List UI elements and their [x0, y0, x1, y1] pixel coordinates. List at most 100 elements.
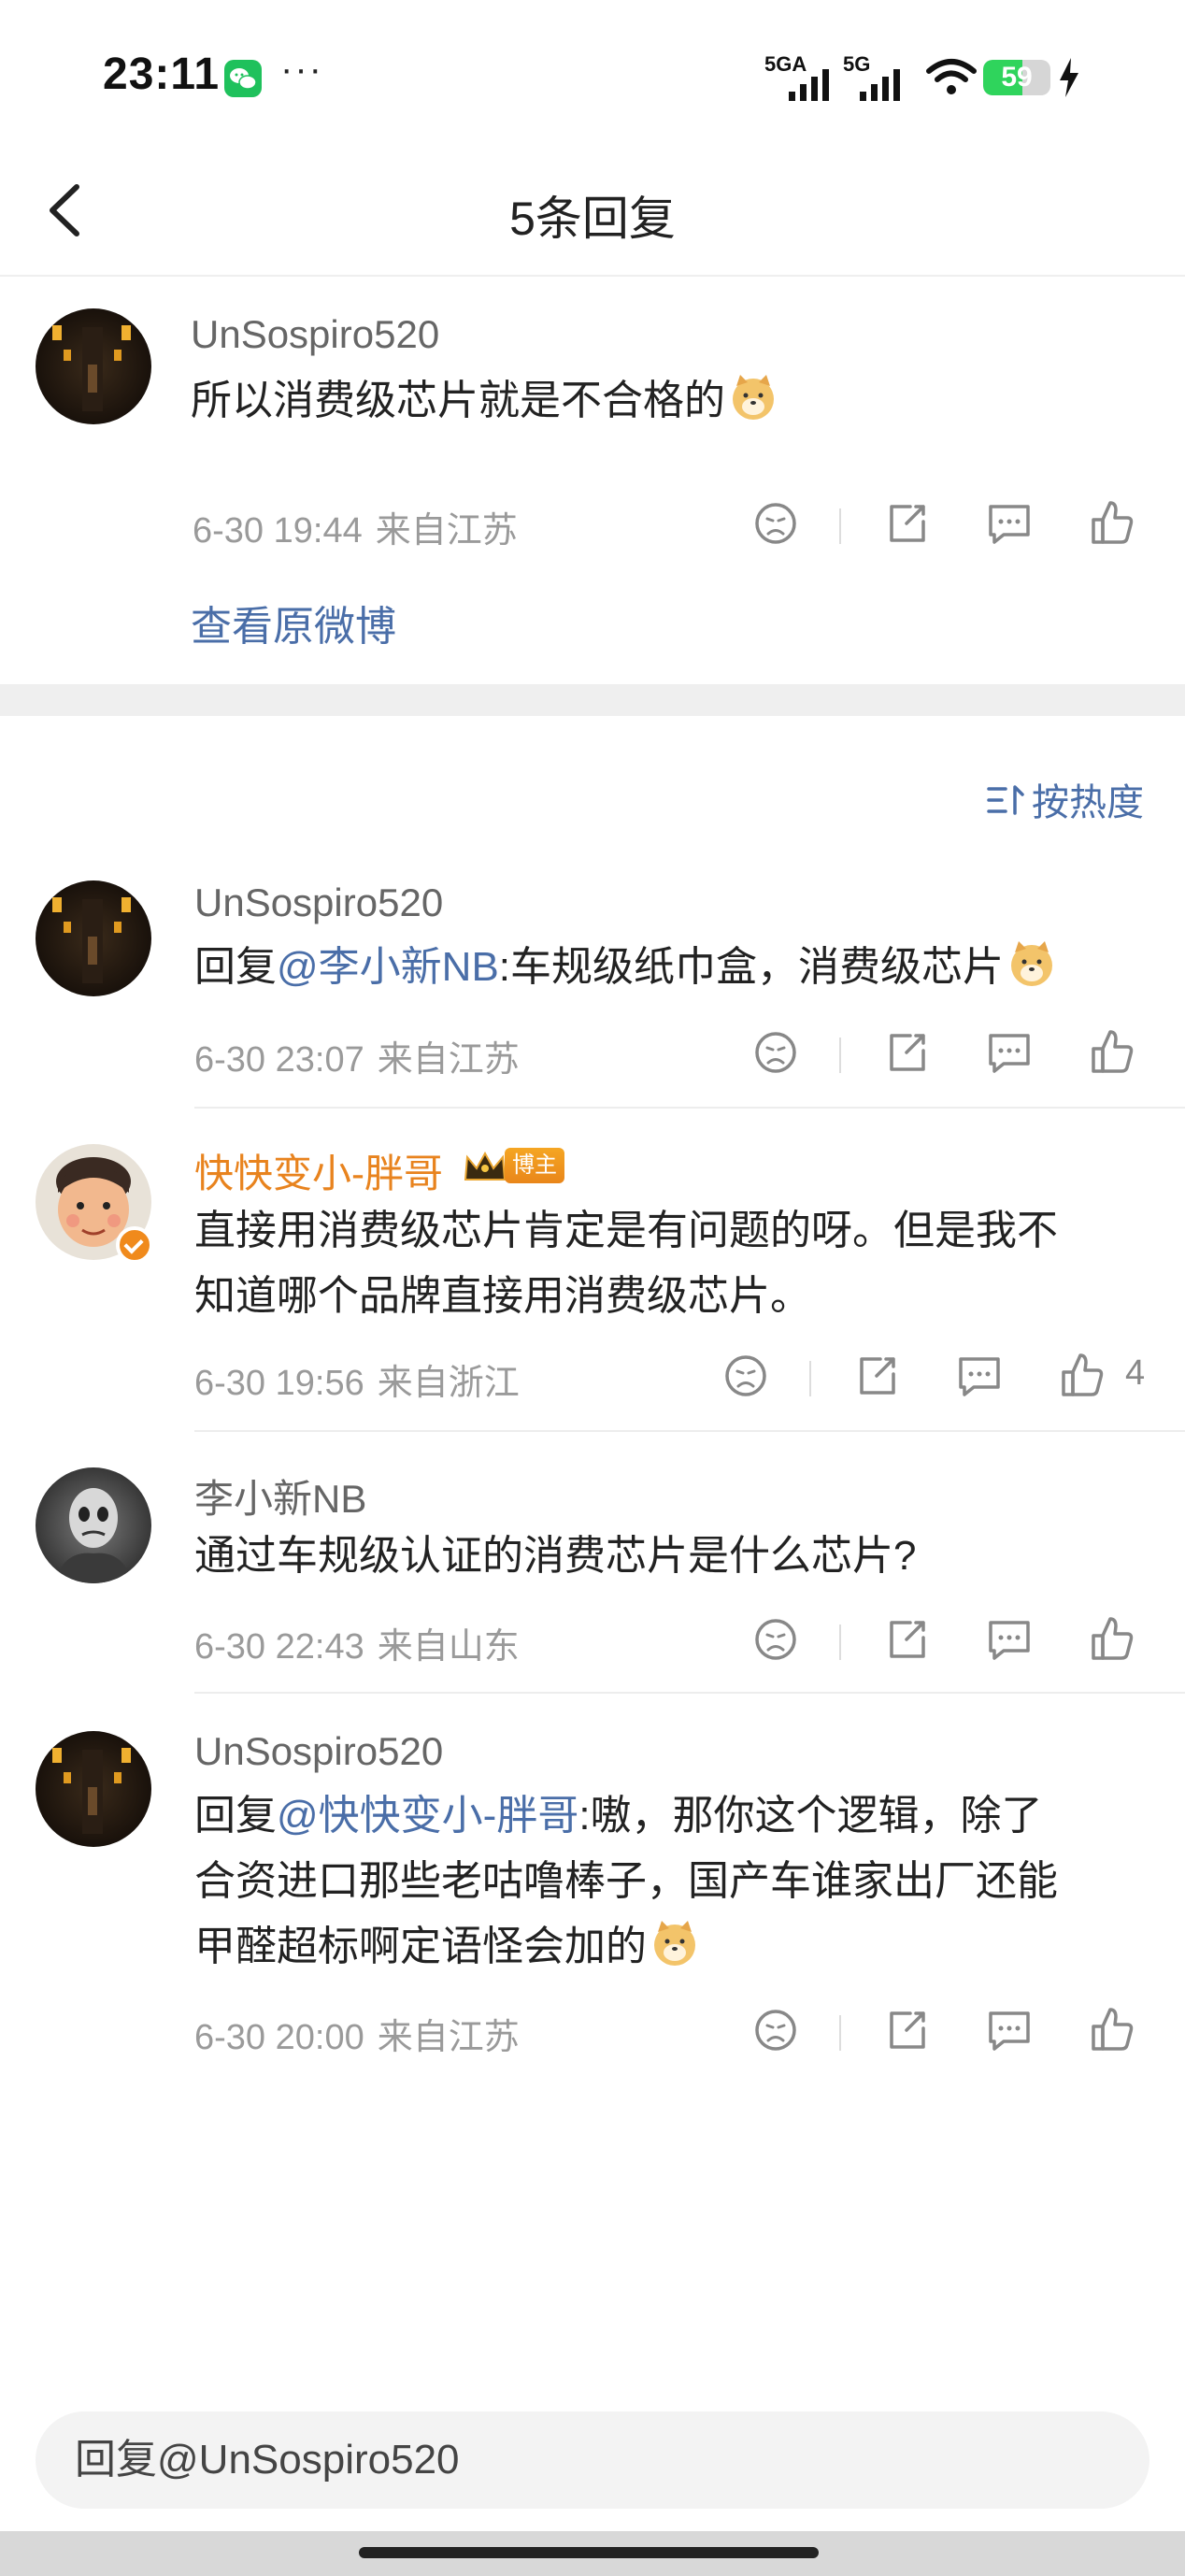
reply-meta: 6-30 19:56 来自浙江 — [194, 1353, 520, 1405]
comment-location: 来自江苏 — [375, 511, 518, 551]
reply-body-3: 甲醛超标啊定语怪会加的 — [194, 1924, 647, 1969]
signal-icon — [789, 69, 829, 101]
username[interactable]: 快快变小-胖哥 — [194, 1142, 443, 1199]
comment-icon[interactable] — [981, 2002, 1037, 2058]
reply-time: 6-30 20:00 — [194, 2018, 364, 2057]
username[interactable]: 李小新NB — [194, 1467, 366, 1524]
row-separator — [194, 1692, 1185, 1694]
reply-prefix: 回复 — [194, 1793, 277, 1839]
dislike-icon[interactable] — [748, 495, 804, 551]
wechat-icon — [224, 60, 262, 97]
sort-label: 按热度 — [1032, 782, 1144, 823]
section-divider — [0, 684, 1185, 716]
comment-text: 所以消费级芯片就是不合格的 — [191, 368, 778, 434]
username[interactable]: UnSospiro520 — [194, 1729, 443, 1774]
reply-location: 来自江苏 — [377, 1040, 520, 1080]
avatar[interactable] — [36, 308, 151, 424]
action-row: 4 — [718, 1348, 1148, 1404]
doge-emoji — [733, 375, 774, 420]
reply-text: 回复@李小新NB:车规级纸巾盒，消费级芯片 — [194, 935, 1056, 1000]
reply-input[interactable] — [36, 2411, 1149, 2509]
like-icon[interactable] — [1084, 495, 1140, 551]
row-separator — [194, 1107, 1185, 1109]
doge-emoji — [1011, 941, 1053, 986]
status-bar: 23:11 ··· 5GA 5G 59 — [0, 0, 1185, 150]
wifi-icon — [926, 59, 977, 94]
like-count: 4 — [1125, 1353, 1146, 1393]
comment-icon[interactable] — [981, 1611, 1037, 1667]
reply-text: 直接用消费级芯片肯定是有问题的呀。但是我不 知道哪个品牌直接用消费级芯片。 — [194, 1198, 1058, 1329]
reply-body-1: :嗷，那你这个逻辑，除了 — [578, 1793, 1043, 1839]
dislike-icon[interactable] — [748, 1611, 804, 1667]
username[interactable]: UnSospiro520 — [191, 312, 439, 357]
like-icon[interactable] — [1084, 1024, 1140, 1080]
dislike-icon[interactable] — [748, 2002, 804, 2058]
sort-icon — [987, 785, 1024, 815]
reply-text: 通过车规级认证的消费芯片是什么芯片? — [194, 1533, 917, 1579]
avatar[interactable] — [36, 880, 151, 996]
row-separator — [194, 1430, 1185, 1432]
signal-icon — [860, 69, 900, 101]
action-divider — [839, 2015, 841, 2051]
nav-header: 5条回复 — [0, 150, 1185, 277]
repost-icon[interactable] — [878, 1611, 935, 1667]
status-time: 23:11 — [103, 50, 221, 99]
dislike-icon[interactable] — [748, 1024, 804, 1080]
reply-meta: 6-30 23:07 来自江苏 — [194, 1030, 520, 1081]
reply-line-2: 合资进口那些老咕噜棒子，国产车谁家出厂还能 — [194, 1858, 1058, 1904]
avatar[interactable] — [36, 1467, 151, 1583]
battery-level: 59 — [1001, 62, 1033, 93]
reply-line-1: 直接用消费级芯片肯定是有问题的呀。但是我不 — [194, 1208, 1058, 1253]
action-row — [748, 495, 1140, 551]
reply-location: 来自山东 — [377, 1627, 520, 1667]
action-divider — [809, 1361, 811, 1396]
battery-icon: 59 — [983, 60, 1050, 95]
repost-icon[interactable] — [849, 1348, 905, 1404]
action-row — [748, 1024, 1140, 1080]
charging-icon — [1060, 58, 1078, 97]
page-title: 5条回复 — [509, 193, 676, 245]
reply-line-1: 回复@快快变小-胖哥:嗷，那你这个逻辑，除了 — [194, 1783, 1058, 1849]
reply-meta: 6-30 20:00 来自江苏 — [194, 2008, 520, 2059]
reply-location: 来自江苏 — [377, 2018, 520, 2057]
reply-body: :车规级纸巾盒，消费级芯片 — [498, 944, 1005, 990]
reply-prefix: 回复 — [194, 944, 277, 990]
avatar[interactable] — [36, 1731, 151, 1847]
like-icon[interactable] — [1084, 2002, 1140, 2058]
repost-icon[interactable] — [878, 2002, 935, 2058]
action-divider — [839, 1624, 841, 1660]
username[interactable]: UnSospiro520 — [194, 880, 443, 925]
reply-text: 回复@快快变小-胖哥:嗷，那你这个逻辑，除了 合资进口那些老咕噜棒子，国产车谁家… — [194, 1783, 1058, 1980]
comment-time: 6-30 19:44 — [193, 511, 363, 551]
comment-icon[interactable] — [981, 495, 1037, 551]
action-row — [748, 2002, 1140, 2058]
signal-group-2: 5G — [843, 52, 918, 101]
reply-time: 6-30 23:07 — [194, 1040, 364, 1080]
signal-group-1: 5GA — [764, 52, 839, 101]
comment-icon[interactable] — [951, 1348, 1007, 1404]
repost-icon[interactable] — [878, 1024, 935, 1080]
action-row — [748, 1611, 1140, 1667]
reply-time: 6-30 19:56 — [194, 1364, 364, 1403]
dislike-icon[interactable] — [718, 1348, 774, 1404]
notification-dots: ··· — [280, 49, 323, 90]
doge-emoji — [654, 1921, 695, 1966]
reply-line-3: 甲醛超标啊定语怪会加的 — [194, 1914, 1058, 1980]
crown-icon — [464, 1151, 507, 1181]
comment-icon[interactable] — [981, 1024, 1037, 1080]
action-divider — [839, 508, 841, 544]
repost-icon[interactable] — [878, 495, 935, 551]
home-indicator[interactable] — [359, 2547, 819, 2558]
mention-link[interactable]: @快快变小-胖哥 — [277, 1793, 578, 1839]
reply-line-2: 知道哪个品牌直接用消费级芯片。 — [194, 1273, 811, 1319]
like-icon[interactable] — [1084, 1611, 1140, 1667]
reply-location: 来自浙江 — [377, 1364, 520, 1403]
view-original-link[interactable]: 查看原微博 — [191, 593, 396, 652]
blogger-badge: 博主 — [505, 1148, 564, 1183]
reply-meta: 6-30 22:43 来自山东 — [194, 1617, 520, 1668]
verified-icon — [116, 1226, 153, 1264]
mention-link[interactable]: @李小新NB — [277, 944, 499, 990]
action-divider — [839, 1038, 841, 1073]
comment-meta: 6-30 19:44 来自江苏 — [193, 501, 518, 552]
like-icon[interactable] — [1054, 1348, 1110, 1404]
